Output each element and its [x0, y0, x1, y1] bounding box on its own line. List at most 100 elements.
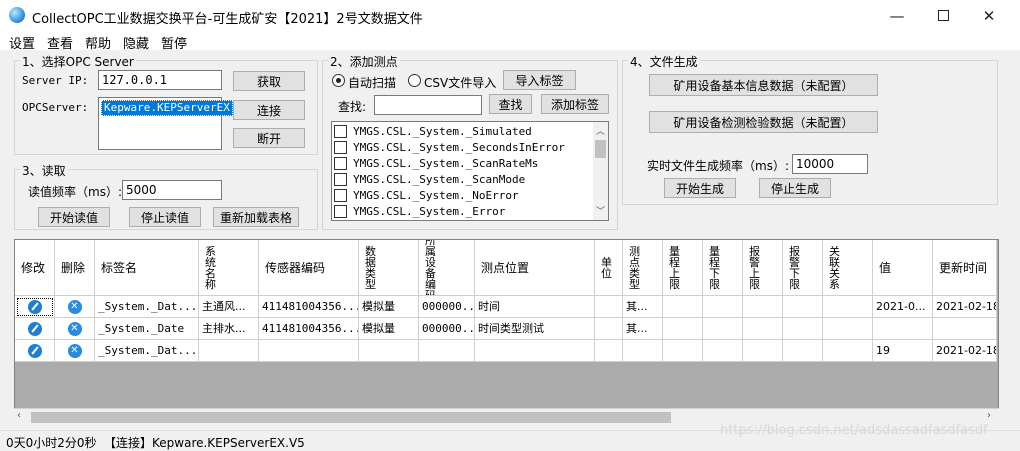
cell-sensor-code[interactable]: 411481004356...	[259, 318, 359, 340]
tag-list-scroll-thumb[interactable]	[595, 140, 606, 158]
cell-point-type[interactable]: 其...	[623, 296, 663, 318]
column-header-edit[interactable]: 修改	[15, 240, 55, 296]
close-button[interactable]: ✕	[966, 0, 1012, 31]
menu-pause[interactable]: 暂停	[161, 33, 187, 52]
column-header-range-lower[interactable]: 量程下限	[703, 240, 743, 296]
scroll-down-icon[interactable]: ﹀	[596, 204, 605, 217]
cell-point-location[interactable]: 时间	[475, 296, 595, 318]
cell-update-time[interactable]	[933, 318, 997, 340]
read-frequency-input[interactable]: 5000	[122, 180, 222, 200]
cell-system-name[interactable]: 主通风...	[199, 296, 259, 318]
edit-row-button[interactable]	[15, 340, 55, 362]
disconnect-button[interactable]: 断开	[233, 128, 305, 148]
cell-point-location[interactable]: 时间类型测试	[475, 318, 595, 340]
cell-value[interactable]: 2021-0...	[873, 296, 933, 318]
cell-unit[interactable]	[595, 340, 623, 362]
tag-checkbox[interactable]	[334, 204, 347, 218]
scroll-left-icon[interactable]: ‹	[17, 410, 21, 421]
connect-button[interactable]: 连接	[233, 100, 305, 120]
radio-auto-scan[interactable]	[332, 74, 345, 87]
menu-view[interactable]: 查看	[47, 33, 73, 52]
cell-data-type[interactable]	[359, 340, 419, 362]
scroll-right-icon[interactable]: ›	[987, 410, 991, 421]
cell-tag-name[interactable]: _System._Date	[95, 318, 199, 340]
stop-read-button[interactable]: 停止读值	[129, 207, 201, 227]
tag-checkbox[interactable]	[334, 156, 347, 170]
column-header-data-type[interactable]: 数据类型	[359, 240, 419, 296]
menu-settings[interactable]: 设置	[9, 33, 35, 52]
cell-device-code[interactable]	[419, 340, 475, 362]
opcserver-list-item[interactable]: Kepware.KEPServerEX	[101, 100, 233, 116]
column-header-sensor-code[interactable]: 传感器编码	[259, 240, 359, 296]
tag-list-item[interactable]: YMGS.CSL._System._SecondsInError	[334, 139, 565, 155]
get-server-button[interactable]: 获取	[233, 71, 305, 91]
column-header-device-code[interactable]: 所属设备编码	[419, 240, 475, 296]
column-header-range-upper[interactable]: 量程上限	[663, 240, 703, 296]
column-header-point-location[interactable]: 测点位置	[475, 240, 595, 296]
cell-tag-name[interactable]: _System._Dat...	[95, 340, 199, 362]
start-read-button[interactable]: 开始读值	[38, 207, 110, 227]
inspection-data-button[interactable]: 矿用设备检测检验数据（未配置）	[649, 111, 878, 133]
cell-tag-name[interactable]: _System._Dat...	[95, 296, 199, 318]
basic-info-button[interactable]: 矿用设备基本信息数据（未配置）	[649, 74, 878, 96]
column-header-point-type[interactable]: 测点类型	[623, 240, 663, 296]
tag-checkbox[interactable]	[334, 124, 347, 138]
column-header-relation[interactable]: 关联关系	[823, 240, 873, 296]
column-header-system-name[interactable]: 系统名称	[199, 240, 259, 296]
cell-point-type[interactable]	[623, 340, 663, 362]
tag-list-scrollbar[interactable]: ︿ ﹀	[593, 122, 608, 220]
tag-list-item[interactable]: YMGS.CSL._System._ScanMode	[334, 171, 525, 187]
cell-unit[interactable]	[595, 296, 623, 318]
stop-generate-button[interactable]: 停止生成	[759, 178, 831, 198]
search-input[interactable]	[374, 95, 482, 115]
data-grid[interactable]: 修改 删除 标签名 系统名称 传感器编码 数据类型 所属设备编码 测点位置 单位 测点类型 量程上限…	[14, 239, 999, 425]
cell-point-type[interactable]: 其...	[623, 318, 663, 340]
menu-hide[interactable]: 隐藏	[123, 33, 149, 52]
edit-row-button[interactable]	[15, 318, 55, 340]
tag-list-item[interactable]: YMGS.CSL._System._Error	[334, 203, 505, 219]
radio-csv-import[interactable]	[408, 74, 421, 87]
cell-update-time[interactable]: 2021-02-18	[933, 296, 997, 318]
edit-row-button[interactable]	[15, 296, 55, 318]
grid-scroll-thumb[interactable]	[31, 412, 671, 423]
cell-value[interactable]	[873, 318, 933, 340]
tag-checkbox[interactable]	[334, 188, 347, 202]
column-header-alarm-lower[interactable]: 报警下限	[783, 240, 823, 296]
tag-list-item[interactable]: YMGS.CSL._System._NoError	[334, 187, 519, 203]
scroll-up-icon[interactable]: ︿	[596, 124, 605, 137]
cell-unit[interactable]	[595, 318, 623, 340]
cell-system-name[interactable]	[199, 340, 259, 362]
cell-sensor-code[interactable]: 411481004356...	[259, 296, 359, 318]
cell-alarm-upper[interactable]	[743, 340, 783, 362]
tag-checkbox[interactable]	[334, 140, 347, 154]
cell-point-location[interactable]	[475, 340, 595, 362]
reload-table-button[interactable]: 重新加载表格	[213, 207, 299, 227]
cell-range-upper[interactable]	[663, 318, 703, 340]
cell-range-lower[interactable]	[703, 340, 743, 362]
tag-checkbox[interactable]	[334, 172, 347, 186]
cell-alarm-lower[interactable]	[783, 318, 823, 340]
cell-data-type[interactable]: 模拟量	[359, 318, 419, 340]
column-header-update-time[interactable]: 更新时间	[933, 240, 997, 296]
cell-alarm-upper[interactable]	[743, 296, 783, 318]
file-frequency-input[interactable]: 10000	[792, 154, 868, 174]
server-ip-input[interactable]: 127.0.0.1	[98, 70, 222, 90]
cell-range-lower[interactable]	[703, 318, 743, 340]
tag-checklist[interactable]: YMGS.CSL._System._Simulated YMGS.CSL._Sy…	[331, 121, 609, 221]
tag-list-item[interactable]: YMGS.CSL._System._Simulated	[334, 123, 532, 139]
start-generate-button[interactable]: 开始生成	[664, 178, 736, 198]
cell-range-upper[interactable]	[663, 340, 703, 362]
cell-device-code[interactable]: 000000...	[419, 296, 475, 318]
cell-system-name[interactable]: 主排水...	[199, 318, 259, 340]
cell-sensor-code[interactable]	[259, 340, 359, 362]
cell-relation[interactable]	[823, 340, 873, 362]
menu-help[interactable]: 帮助	[85, 33, 111, 52]
cell-value[interactable]: 19	[873, 340, 933, 362]
column-header-alarm-upper[interactable]: 报警上限	[743, 240, 783, 296]
tag-list-item[interactable]: YMGS.CSL._System._ScanRateMs	[334, 155, 538, 171]
column-header-tag-name[interactable]: 标签名	[95, 240, 199, 296]
delete-row-button[interactable]: ✕	[55, 318, 95, 340]
cell-alarm-upper[interactable]	[743, 318, 783, 340]
opcserver-listbox[interactable]: Kepware.KEPServerEX	[98, 97, 233, 150]
cell-device-code[interactable]: 000000...	[419, 318, 475, 340]
